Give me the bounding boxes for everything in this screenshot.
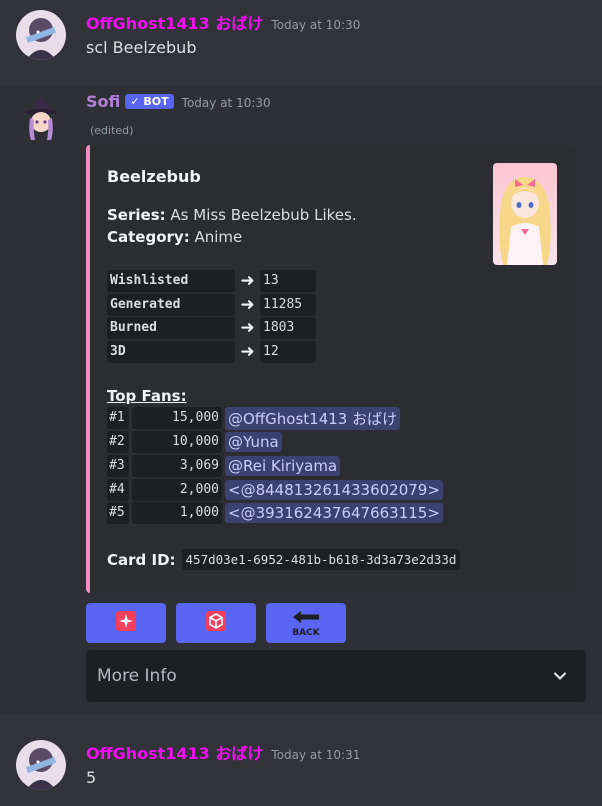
- stat-value: 13: [260, 270, 316, 292]
- bot-badge: ✓ BOT: [125, 94, 174, 109]
- card-id-value: 457d03e1-6952-481b-b618-3d3a73e2d33d: [181, 549, 461, 570]
- fan-row: #3 3,069 @Rei Kiriyama: [107, 455, 341, 477]
- fan-mention[interactable]: @Yuna: [225, 432, 282, 452]
- fan-rank: #3: [107, 455, 129, 477]
- stat-value: 1803: [260, 317, 316, 339]
- stat-value: 12: [260, 341, 316, 363]
- stat-row: Burned ➜ 1803: [107, 317, 316, 339]
- fan-mention[interactable]: @OffGhost1413 おばけ: [225, 406, 401, 430]
- fan-mention[interactable]: <@393162437647663115>: [225, 503, 443, 523]
- category-label: Category:: [107, 228, 190, 246]
- fan-mention[interactable]: <@844813261433602079>: [225, 480, 443, 500]
- series-field: Series: As Miss Beelzebub Likes.: [107, 206, 357, 224]
- message-3: OffGhost1413 おばけ Today at 10:31 5: [0, 730, 602, 806]
- stat-value: 11285: [260, 294, 316, 316]
- fan-rank: #1: [107, 407, 129, 429]
- user-avatar[interactable]: [16, 740, 66, 790]
- stat-name: Wishlisted: [107, 270, 235, 292]
- top-fans-heading: Top Fans:: [107, 387, 187, 405]
- username[interactable]: OffGhost1413 おばけ: [86, 10, 263, 34]
- embed-title: Beelzebub: [107, 167, 201, 186]
- card-id-label: Card ID:: [107, 550, 176, 569]
- series-value: As Miss Beelzebub Likes.: [170, 206, 357, 224]
- stat-name: Burned: [107, 317, 235, 339]
- bot-username[interactable]: Sofi: [86, 92, 120, 111]
- fan-rank: #5: [107, 502, 129, 524]
- fan-score: 2,000: [132, 479, 222, 501]
- back-button-label: BACK: [292, 628, 320, 638]
- fan-rank: #4: [107, 479, 129, 501]
- message-content: scl Beelzebub: [86, 38, 197, 57]
- cube-icon: [206, 611, 226, 635]
- fan-row: #1 15,000 @OffGhost1413 おばけ: [107, 406, 401, 430]
- stat-name: Generated: [107, 294, 235, 316]
- category-field: Category: Anime: [107, 228, 242, 246]
- fan-mention[interactable]: @Rei Kiriyama: [225, 456, 341, 476]
- message-content: 5: [86, 768, 97, 787]
- timestamp: Today at 10:31: [271, 748, 361, 762]
- edited-label: (edited): [90, 124, 134, 137]
- arrow-icon: ➜: [240, 318, 255, 338]
- stat-row: Wishlisted ➜ 13: [107, 270, 316, 292]
- stat-row: Generated ➜ 11285: [107, 294, 316, 316]
- card-id-field: Card ID: 457d03e1-6952-481b-b618-3d3a73e…: [107, 549, 461, 570]
- arrow-icon: ➜: [240, 342, 255, 362]
- arrow-icon: ➜: [240, 271, 255, 291]
- stat-name: 3D: [107, 341, 235, 363]
- category-value: Anime: [194, 228, 243, 246]
- sparkle-button[interactable]: [86, 603, 166, 643]
- fan-rank: #2: [107, 431, 129, 453]
- fan-row: #4 2,000 <@844813261433602079>: [107, 479, 443, 501]
- fan-score: 3,069: [132, 455, 222, 477]
- user-avatar[interactable]: [16, 10, 66, 60]
- fan-score: 15,000: [132, 407, 222, 429]
- series-label: Series:: [107, 206, 166, 224]
- fan-row: #2 10,000 @Yuna: [107, 431, 282, 453]
- arrow-icon: ➜: [240, 295, 255, 315]
- sparkle-icon: [116, 611, 136, 635]
- fan-score: 1,000: [132, 502, 222, 524]
- timestamp: Today at 10:30: [181, 96, 271, 110]
- stat-row: 3D ➜ 12: [107, 341, 316, 363]
- more-info-label: More Info: [97, 666, 177, 686]
- back-button[interactable]: BACK: [266, 603, 346, 643]
- username[interactable]: OffGhost1413 おばけ: [86, 740, 263, 764]
- more-info-select[interactable]: More Info: [86, 650, 586, 702]
- cube-button[interactable]: [176, 603, 256, 643]
- chevron-down-icon: [552, 668, 568, 688]
- back-arrow-icon: [293, 608, 319, 627]
- card-thumbnail[interactable]: [493, 163, 557, 265]
- bot-avatar[interactable]: [16, 94, 66, 144]
- message-1: OffGhost1413 おばけ Today at 10:30 scl Beel…: [0, 0, 602, 80]
- card-embed: Beelzebub Series: As Miss Beelzebub Like…: [86, 145, 576, 593]
- fan-score: 10,000: [132, 431, 222, 453]
- fan-row: #5 1,000 <@393162437647663115>: [107, 502, 443, 524]
- timestamp: Today at 10:30: [271, 18, 361, 32]
